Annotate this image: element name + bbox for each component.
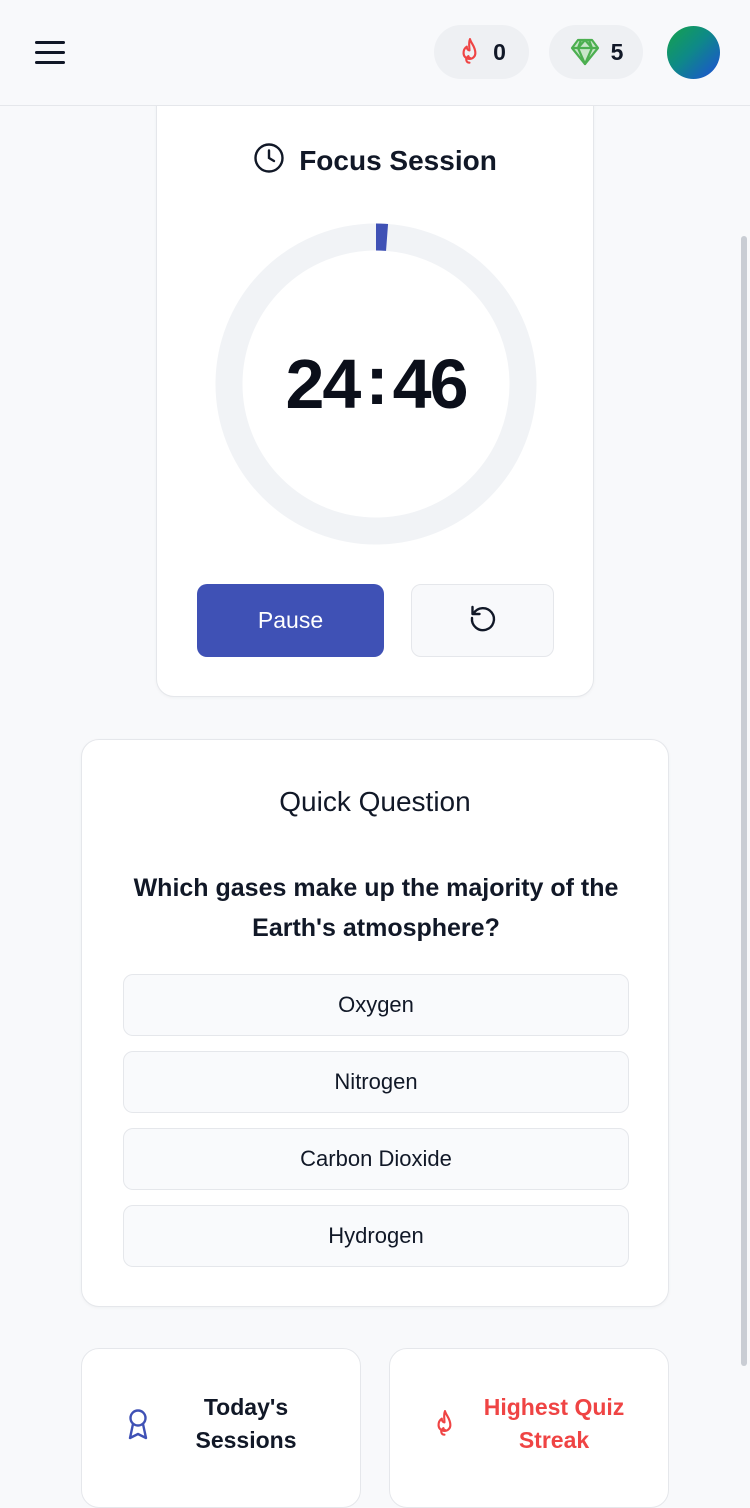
timer-separator: : bbox=[365, 341, 388, 419]
reset-icon bbox=[467, 602, 499, 639]
focus-session-card: Focus Session 24 : 46 Pause bbox=[156, 80, 594, 697]
focus-session-title: Focus Session bbox=[299, 145, 497, 176]
answer-option-nitrogen[interactable]: Nitrogen bbox=[123, 1051, 629, 1113]
clock-icon bbox=[253, 142, 285, 181]
timer-seconds: 46 bbox=[392, 345, 469, 423]
answer-option-hydrogen[interactable]: Hydrogen bbox=[123, 1205, 629, 1267]
streak-counter[interactable]: 0 bbox=[434, 25, 529, 79]
focus-session-header: Focus Session bbox=[157, 141, 593, 181]
answer-option-oxygen[interactable]: Oxygen bbox=[123, 974, 629, 1036]
reset-button[interactable] bbox=[411, 584, 554, 657]
gems-counter[interactable]: 5 bbox=[549, 25, 643, 79]
quick-question-title: Quick Question bbox=[279, 786, 471, 817]
todays-sessions-label: Today's Sessions bbox=[195, 1394, 297, 1453]
quick-question-card: Quick Question Which gases make up the m… bbox=[81, 739, 669, 1307]
highest-quiz-streak-label: Highest Quiz Streak bbox=[483, 1394, 625, 1453]
answer-option-carbon-dioxide[interactable]: Carbon Dioxide bbox=[123, 1128, 629, 1190]
streak-count: 0 bbox=[493, 38, 506, 65]
quiz-question-text: Which gases make up the majority of the … bbox=[133, 874, 619, 942]
flame-icon bbox=[457, 37, 483, 67]
app-header: 0 5 bbox=[0, 0, 750, 106]
highest-quiz-streak-card: Highest Quiz Streak bbox=[389, 1348, 669, 1508]
avatar[interactable] bbox=[667, 26, 720, 79]
gem-icon bbox=[569, 37, 601, 67]
todays-sessions-card: Today's Sessions bbox=[81, 1348, 361, 1508]
timer-minutes: 24 bbox=[285, 345, 361, 423]
hamburger-menu-icon[interactable] bbox=[30, 36, 70, 70]
award-ribbon-icon bbox=[124, 1407, 152, 1446]
pause-button[interactable]: Pause bbox=[197, 584, 384, 657]
scrollbar[interactable] bbox=[741, 236, 747, 1366]
gems-count: 5 bbox=[610, 38, 624, 65]
flame-icon bbox=[432, 1409, 458, 1444]
timer-display: 24 : 46 bbox=[215, 223, 537, 545]
